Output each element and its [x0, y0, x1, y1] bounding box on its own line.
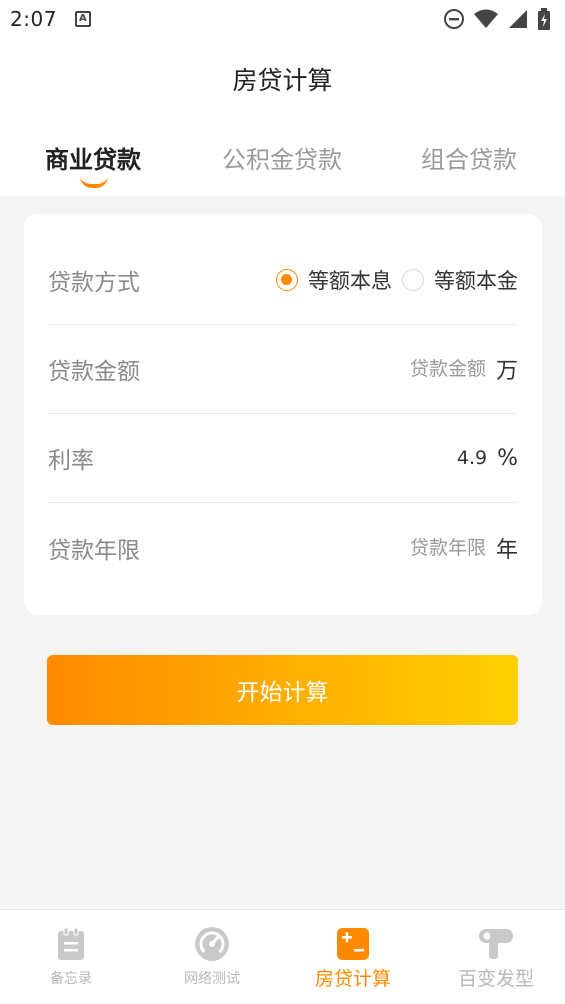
- status-time: 2:07: [10, 7, 57, 31]
- nav-item-hairstyle[interactable]: 百变发型: [446, 910, 546, 1004]
- loan-amount-label: 贷款金额: [48, 359, 140, 385]
- nav-label-mortgage-calculator: 房贷计算: [314, 968, 391, 990]
- hair-dryer-icon: [479, 929, 513, 959]
- repayment-method-row: 贷款方式 等额本息 等额本金: [48, 236, 518, 325]
- radio-unchecked-icon[interactable]: [402, 269, 424, 291]
- loan-amount-input[interactable]: [345, 358, 486, 380]
- nav-icon-wrap-memo: [56, 926, 86, 962]
- loan-term-input[interactable]: [345, 536, 486, 559]
- speedometer-icon: [195, 927, 229, 961]
- mortgage-calculator-screen: 2:07 A 房贷计算 商业贷款 公积金贷款 组合贷款 贷款方式 等额本息 等额…: [0, 0, 565, 1004]
- status-bar: 2:07 A: [0, 0, 565, 38]
- loan-amount-field: 万: [345, 353, 518, 385]
- nav-icon-wrap-mortgage-calculator: [336, 926, 370, 962]
- wifi-icon: [474, 9, 498, 28]
- interest-rate-input[interactable]: [347, 447, 488, 469]
- repayment-method-radio-group: 等额本息 等额本金: [276, 265, 518, 295]
- memo-icon: [58, 927, 84, 960]
- interest-rate-label: 利率: [48, 448, 94, 474]
- equal-installment-label: 等额本息: [308, 269, 392, 293]
- battery-icon: [538, 8, 550, 30]
- calculator-icon: [337, 928, 369, 960]
- equal-principal-option[interactable]: 等额本金: [402, 265, 518, 295]
- loan-term-unit: 年: [495, 537, 518, 563]
- active-tab-indicator: [80, 176, 108, 188]
- nav-item-mortgage-calculator[interactable]: 房贷计算: [306, 910, 400, 1004]
- status-right: [443, 8, 551, 30]
- do-not-disturb-icon: [444, 9, 464, 29]
- nav-label-memo: 备忘录: [50, 971, 92, 987]
- loan-amount-unit: 万: [495, 359, 518, 384]
- loan-type-tabs: 商业贷款 公积金贷款 组合贷款: [0, 120, 565, 196]
- tab-combined-loan[interactable]: 组合贷款: [421, 140, 517, 175]
- loan-term-row: 贷款年限 年: [48, 503, 518, 592]
- repayment-method-label: 贷款方式: [48, 270, 140, 296]
- loan-term-field: 年: [345, 532, 518, 564]
- start-calculation-button[interactable]: 开始计算: [47, 655, 518, 725]
- interest-rate-field: %: [347, 446, 518, 471]
- tab-provident-fund-loan[interactable]: 公积金贷款: [222, 140, 342, 175]
- interest-rate-row: 利率 %: [48, 414, 518, 503]
- equal-principal-label: 等额本金: [434, 269, 518, 293]
- app-header: 房贷计算: [0, 38, 565, 120]
- nav-item-memo[interactable]: 备忘录: [36, 910, 106, 1004]
- nav-item-network-test[interactable]: 网络测试: [170, 910, 254, 1004]
- loan-amount-row: 贷款金额 万: [48, 325, 518, 414]
- nav-label-network-test: 网络测试: [184, 971, 240, 987]
- page-title: 房贷计算: [232, 66, 333, 95]
- loan-term-label: 贷款年限: [48, 537, 140, 564]
- tab-commercial-loan[interactable]: 商业贷款: [45, 140, 141, 175]
- interest-rate-unit: %: [497, 445, 518, 471]
- loan-form-card: 贷款方式 等额本息 等额本金 贷款金额 万 利率: [24, 214, 542, 615]
- equal-installment-option[interactable]: 等额本息: [276, 265, 392, 295]
- notification-icon: A: [74, 11, 91, 27]
- status-left: 2:07 A: [10, 7, 91, 31]
- nav-label-hairstyle: 百变发型: [457, 968, 534, 990]
- nav-icon-wrap-hairstyle: [477, 926, 515, 962]
- bottom-navigation: 备忘录 网络测试 房贷计算 百变发型: [0, 909, 565, 1004]
- cellular-signal-icon: [509, 10, 527, 28]
- radio-checked-icon[interactable]: [276, 269, 298, 291]
- nav-icon-wrap-network-test: [194, 926, 230, 962]
